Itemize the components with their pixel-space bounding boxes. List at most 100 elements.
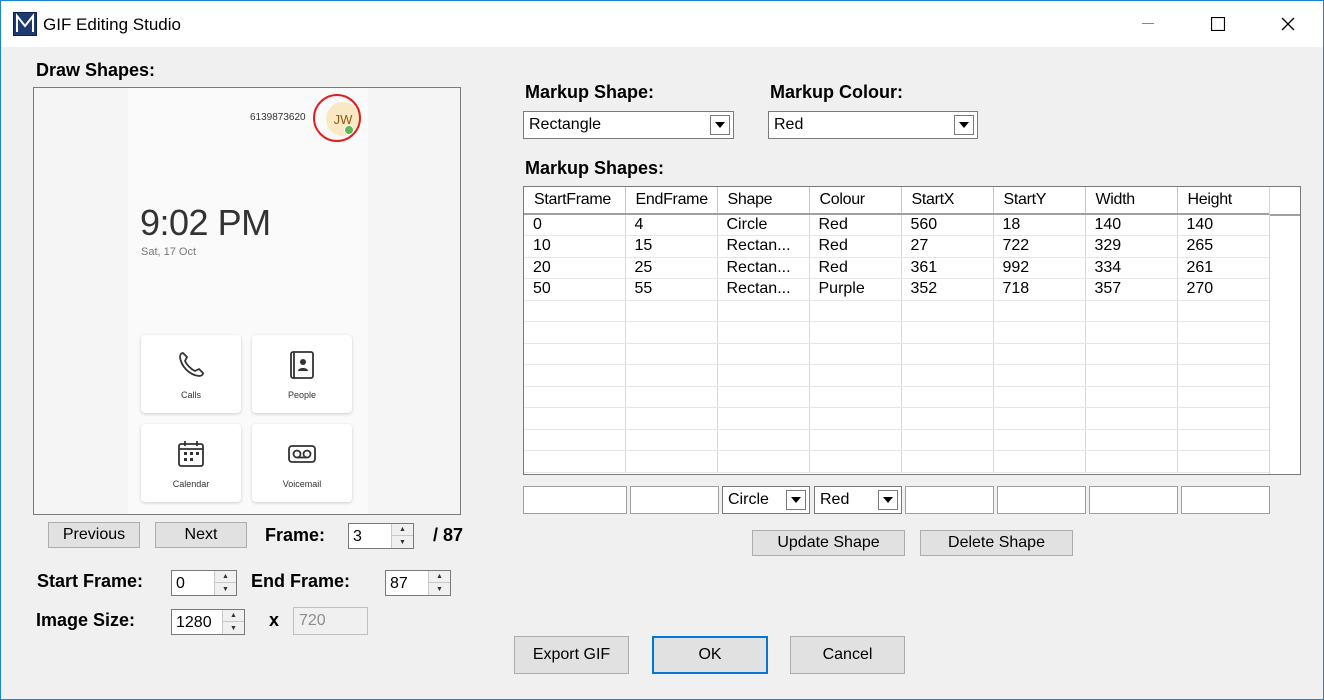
column-header[interactable]: Width: [1085, 187, 1178, 215]
markup-colour-value: Red: [774, 116, 804, 133]
empty-table-row[interactable]: [524, 429, 1270, 451]
table-cell: 18: [993, 214, 1086, 236]
markup-colour-select[interactable]: Red: [768, 111, 978, 139]
table-cell: [524, 386, 626, 408]
voicemail-icon: [288, 445, 316, 463]
table-cell: [625, 343, 718, 365]
start-frame-field[interactable]: [523, 486, 627, 514]
chevron-down-icon[interactable]: [954, 115, 974, 135]
markup-shape-select[interactable]: Rectangle: [523, 111, 734, 139]
table-cell: [993, 321, 1086, 344]
table-cell: [1085, 450, 1178, 473]
spin-down-icon[interactable]: ▼: [392, 536, 413, 548]
start-y-field[interactable]: [997, 486, 1086, 514]
table-row[interactable]: 20 25 Rectan... Red 361 992 334 261: [524, 257, 1270, 279]
table-cell: [625, 386, 718, 408]
spin-down-icon[interactable]: ▼: [429, 583, 450, 595]
table-row[interactable]: 0 4 Circle Red 560 18 140 140: [524, 214, 1270, 236]
column-header[interactable]: Height: [1177, 187, 1270, 215]
table-cell: [1085, 407, 1178, 430]
empty-table-row[interactable]: [524, 343, 1270, 365]
preview-canvas[interactable]: 6139873620 JW 9:02 PM Sat, 17 Oct Calls …: [33, 87, 461, 515]
table-cell: 718: [993, 278, 1086, 301]
frame-spinner[interactable]: 3 ▲ ▼: [348, 523, 414, 549]
app-logo-icon: [13, 12, 37, 36]
cancel-button[interactable]: Cancel: [790, 636, 905, 674]
spin-up-icon[interactable]: ▲: [215, 571, 236, 583]
tile-calendar: Calendar: [141, 424, 241, 502]
table-cell: [993, 300, 1086, 322]
table-cell: 992: [993, 257, 1086, 279]
empty-table-row[interactable]: [524, 450, 1270, 473]
delete-shape-button[interactable]: Delete Shape: [920, 530, 1073, 556]
table-cell: [625, 364, 718, 387]
image-width-spinner[interactable]: 1280 ▲ ▼: [171, 609, 245, 635]
maximize-button[interactable]: [1183, 1, 1253, 47]
chevron-down-icon[interactable]: [710, 115, 730, 135]
table-row[interactable]: 10 15 Rectan... Red 27 722 329 265: [524, 235, 1270, 258]
phone-icon: [179, 352, 204, 377]
empty-table-row[interactable]: [524, 364, 1270, 387]
window-title: GIF Editing Studio: [43, 15, 181, 34]
column-header[interactable]: StartY: [993, 187, 1086, 215]
table-cell: [1177, 300, 1270, 322]
height-field[interactable]: [1181, 486, 1270, 514]
start-x-field[interactable]: [905, 486, 994, 514]
width-field[interactable]: [1089, 486, 1178, 514]
chevron-down-icon[interactable]: [878, 490, 898, 510]
table-cell: 27: [901, 235, 994, 258]
column-header[interactable]: StartX: [901, 187, 994, 215]
table-cell: Rectan...: [717, 278, 810, 301]
column-header[interactable]: Colour: [809, 187, 902, 215]
table-cell: 329: [1085, 235, 1178, 258]
end-frame-spinner[interactable]: 87 ▲ ▼: [385, 570, 451, 596]
chevron-down-icon[interactable]: [786, 490, 806, 510]
table-cell: 4: [625, 214, 718, 236]
empty-table-row[interactable]: [524, 407, 1270, 430]
table-cell: [625, 429, 718, 451]
empty-table-row[interactable]: [524, 300, 1270, 322]
table-cell: [809, 343, 902, 365]
spin-up-icon[interactable]: ▲: [223, 610, 244, 622]
table-cell: Rectan...: [717, 257, 810, 279]
markup-shapes-table[interactable]: StartFrame EndFrame Shape Colour StartX …: [523, 186, 1301, 475]
column-header[interactable]: Shape: [717, 187, 810, 215]
minimize-button[interactable]: [1113, 1, 1183, 47]
table-row[interactable]: 50 55 Rectan... Purple 352 718 357 270: [524, 278, 1270, 301]
table-cell: [625, 407, 718, 430]
close-button[interactable]: [1253, 1, 1323, 47]
table-cell: [717, 450, 810, 473]
table-cell: [901, 343, 994, 365]
table-cell: 560: [901, 214, 994, 236]
empty-table-row[interactable]: [524, 321, 1270, 344]
table-cell: [1177, 407, 1270, 430]
start-frame-spinner[interactable]: 0 ▲ ▼: [171, 570, 237, 596]
table-cell: 722: [993, 235, 1086, 258]
column-header[interactable]: StartFrame: [524, 187, 626, 215]
shape-select[interactable]: Circle: [722, 486, 810, 514]
spin-up-icon[interactable]: ▲: [429, 571, 450, 583]
empty-table-row[interactable]: [524, 386, 1270, 408]
frame-total: / 87: [433, 525, 464, 545]
spin-down-icon[interactable]: ▼: [223, 622, 244, 634]
table-cell: [901, 321, 994, 344]
table-cell: 352: [901, 278, 994, 301]
column-header[interactable]: EndFrame: [625, 187, 718, 215]
table-cell: [717, 343, 810, 365]
markup-shapes-label: Markup Shapes:: [525, 158, 665, 178]
spin-up-icon[interactable]: ▲: [392, 524, 413, 536]
previous-button[interactable]: Previous: [48, 522, 140, 548]
end-frame-field[interactable]: [630, 486, 719, 514]
colour-select[interactable]: Red: [814, 486, 902, 514]
update-shape-button[interactable]: Update Shape: [752, 530, 905, 556]
table-cell: [1085, 300, 1178, 322]
shape-select-value: Circle: [728, 491, 769, 508]
image-width-value: 1280: [176, 614, 212, 631]
app-window: GIF Editing Studio Draw Shapes: 61398736…: [0, 0, 1324, 700]
ok-button[interactable]: OK: [652, 636, 768, 674]
table-cell: [524, 364, 626, 387]
table-filler: [1269, 187, 1300, 474]
next-button[interactable]: Next: [155, 522, 247, 548]
export-gif-button[interactable]: Export GIF: [514, 636, 629, 674]
spin-down-icon[interactable]: ▼: [215, 583, 236, 595]
